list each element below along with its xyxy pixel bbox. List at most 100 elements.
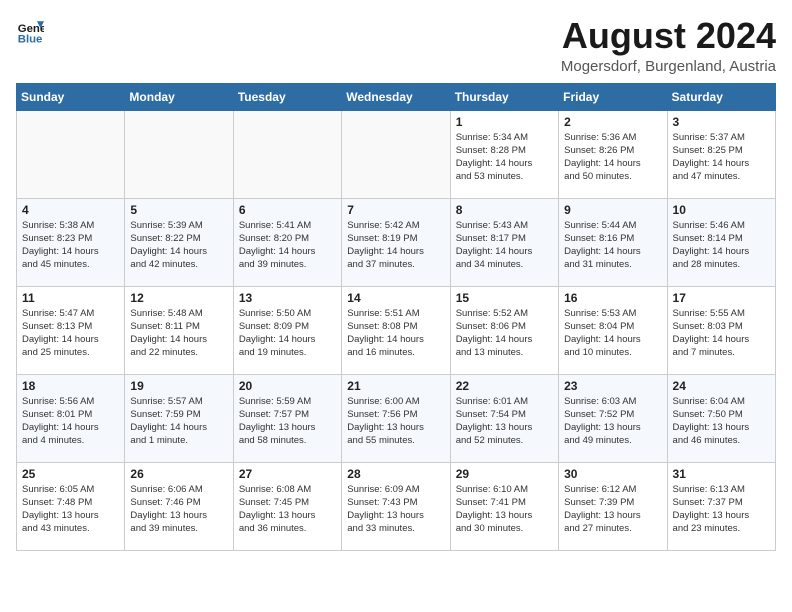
calendar-cell [342,110,450,198]
cell-content: Sunrise: 5:50 AM Sunset: 8:09 PM Dayligh… [239,307,336,360]
calendar-cell: 21Sunrise: 6:00 AM Sunset: 7:56 PM Dayli… [342,374,450,462]
day-number: 22 [456,379,553,393]
day-number: 14 [347,291,444,305]
calendar-cell [17,110,125,198]
cell-content: Sunrise: 6:03 AM Sunset: 7:52 PM Dayligh… [564,395,661,448]
logo-icon: General Blue [16,16,44,44]
calendar-cell: 5 Sunrise: 5:39 AM Sunset: 8:22 PM Daylig… [125,198,233,286]
cell-content: Sunrise: 5:53 AM Sunset: 8:04 PM Dayligh… [564,307,661,360]
day-number: 1 [456,115,553,129]
day-number: 21 [347,379,444,393]
cell-content: Sunrise: 6:10 AM Sunset: 7:41 PM Dayligh… [456,483,553,536]
calendar-cell: 29 Sunrise: 6:10 AM Sunset: 7:41 PM Dayli… [450,462,558,550]
calendar-cell: 20 Sunrise: 5:59 AM Sunset: 7:57 PM Dayli… [233,374,341,462]
weekday-header-monday: Monday [125,83,233,110]
calendar-cell: 7 Sunrise: 5:42 AM Sunset: 8:19 PM Daylig… [342,198,450,286]
weekday-header-row: SundayMondayTuesdayWednesdayThursdayFrid… [17,83,776,110]
day-number: 16 [564,291,661,305]
cell-content: Sunrise: 6:06 AM Sunset: 7:46 PM Dayligh… [130,483,227,536]
calendar-cell: 25 Sunrise: 6:05 AM Sunset: 7:48 PM Dayli… [17,462,125,550]
location-subtitle: Mogersdorf, Burgenland, Austria [561,58,776,75]
day-number: 11 [22,291,119,305]
cell-content: Sunrise: 5:42 AM Sunset: 8:19 PM Dayligh… [347,219,444,272]
day-number: 9 [564,203,661,217]
calendar-cell: 28 Sunrise: 6:09 AM Sunset: 7:43 PM Dayli… [342,462,450,550]
calendar-cell: 31Sunrise: 6:13 AM Sunset: 7:37 PM Dayli… [667,462,775,550]
cell-content: Sunrise: 6:04 AM Sunset: 7:50 PM Dayligh… [673,395,770,448]
cell-content: Sunrise: 5:43 AM Sunset: 8:17 PM Dayligh… [456,219,553,272]
calendar-cell: 13 Sunrise: 5:50 AM Sunset: 8:09 PM Dayli… [233,286,341,374]
day-number: 27 [239,467,336,481]
day-number: 23 [564,379,661,393]
cell-content: Sunrise: 5:51 AM Sunset: 8:08 PM Dayligh… [347,307,444,360]
calendar-cell: 15 Sunrise: 5:52 AM Sunset: 8:06 PM Dayli… [450,286,558,374]
cell-content: Sunrise: 5:44 AM Sunset: 8:16 PM Dayligh… [564,219,661,272]
calendar-table: SundayMondayTuesdayWednesdayThursdayFrid… [16,83,776,551]
calendar-week-3: 11 Sunrise: 5:47 AM Sunset: 8:13 PM Dayli… [17,286,776,374]
calendar-week-4: 18 Sunrise: 5:56 AM Sunset: 8:01 PM Dayli… [17,374,776,462]
calendar-cell: 22 Sunrise: 6:01 AM Sunset: 7:54 PM Dayli… [450,374,558,462]
cell-content: Sunrise: 5:37 AM Sunset: 8:25 PM Dayligh… [673,131,770,184]
weekday-header-friday: Friday [559,83,667,110]
calendar-cell: 26 Sunrise: 6:06 AM Sunset: 7:46 PM Dayli… [125,462,233,550]
day-number: 17 [673,291,770,305]
day-number: 6 [239,203,336,217]
calendar-cell: 3Sunrise: 5:37 AM Sunset: 8:25 PM Daylig… [667,110,775,198]
day-number: 20 [239,379,336,393]
month-year-title: August 2024 [561,16,776,56]
cell-content: Sunrise: 6:08 AM Sunset: 7:45 PM Dayligh… [239,483,336,536]
cell-content: Sunrise: 6:13 AM Sunset: 7:37 PM Dayligh… [673,483,770,536]
cell-content: Sunrise: 5:46 AM Sunset: 8:14 PM Dayligh… [673,219,770,272]
calendar-cell [125,110,233,198]
calendar-cell: 6 Sunrise: 5:41 AM Sunset: 8:20 PM Daylig… [233,198,341,286]
calendar-cell: 19 Sunrise: 5:57 AM Sunset: 7:59 PM Dayli… [125,374,233,462]
calendar-cell: 16 Sunrise: 5:53 AM Sunset: 8:04 PM Dayli… [559,286,667,374]
day-number: 4 [22,203,119,217]
cell-content: Sunrise: 6:12 AM Sunset: 7:39 PM Dayligh… [564,483,661,536]
logo: General Blue [16,16,44,44]
calendar-cell: 10 Sunrise: 5:46 AM Sunset: 8:14 PM Dayli… [667,198,775,286]
weekday-header-tuesday: Tuesday [233,83,341,110]
cell-content: Sunrise: 5:38 AM Sunset: 8:23 PM Dayligh… [22,219,119,272]
weekday-header-thursday: Thursday [450,83,558,110]
day-number: 7 [347,203,444,217]
day-number: 2 [564,115,661,129]
cell-content: Sunrise: 6:05 AM Sunset: 7:48 PM Dayligh… [22,483,119,536]
day-number: 24 [673,379,770,393]
cell-content: Sunrise: 5:59 AM Sunset: 7:57 PM Dayligh… [239,395,336,448]
cell-content: Sunrise: 6:01 AM Sunset: 7:54 PM Dayligh… [456,395,553,448]
day-number: 5 [130,203,227,217]
day-number: 15 [456,291,553,305]
cell-content: Sunrise: 5:39 AM Sunset: 8:22 PM Dayligh… [130,219,227,272]
cell-content: Sunrise: 5:48 AM Sunset: 8:11 PM Dayligh… [130,307,227,360]
cell-content: Sunrise: 6:09 AM Sunset: 7:43 PM Dayligh… [347,483,444,536]
calendar-cell: 4 Sunrise: 5:38 AM Sunset: 8:23 PM Daylig… [17,198,125,286]
cell-content: Sunrise: 5:52 AM Sunset: 8:06 PM Dayligh… [456,307,553,360]
weekday-header-sunday: Sunday [17,83,125,110]
calendar-cell: 18 Sunrise: 5:56 AM Sunset: 8:01 PM Dayli… [17,374,125,462]
calendar-cell: 2 Sunrise: 5:36 AM Sunset: 8:26 PM Daylig… [559,110,667,198]
day-number: 8 [456,203,553,217]
day-number: 10 [673,203,770,217]
calendar-cell: 11 Sunrise: 5:47 AM Sunset: 8:13 PM Dayli… [17,286,125,374]
cell-content: Sunrise: 5:47 AM Sunset: 8:13 PM Dayligh… [22,307,119,360]
page-header: General Blue August 2024 Mogersdorf, Bur… [16,16,776,75]
calendar-cell: 23 Sunrise: 6:03 AM Sunset: 7:52 PM Dayli… [559,374,667,462]
day-number: 19 [130,379,227,393]
cell-content: Sunrise: 5:56 AM Sunset: 8:01 PM Dayligh… [22,395,119,448]
day-number: 18 [22,379,119,393]
day-number: 25 [22,467,119,481]
calendar-cell [233,110,341,198]
calendar-cell: 30 Sunrise: 6:12 AM Sunset: 7:39 PM Dayli… [559,462,667,550]
cell-content: Sunrise: 5:34 AM Sunset: 8:28 PM Dayligh… [456,131,553,184]
day-number: 29 [456,467,553,481]
day-number: 30 [564,467,661,481]
day-number: 28 [347,467,444,481]
cell-content: Sunrise: 5:41 AM Sunset: 8:20 PM Dayligh… [239,219,336,272]
weekday-header-wednesday: Wednesday [342,83,450,110]
cell-content: Sunrise: 5:57 AM Sunset: 7:59 PM Dayligh… [130,395,227,448]
cell-content: Sunrise: 5:36 AM Sunset: 8:26 PM Dayligh… [564,131,661,184]
weekday-header-saturday: Saturday [667,83,775,110]
day-number: 13 [239,291,336,305]
day-number: 26 [130,467,227,481]
